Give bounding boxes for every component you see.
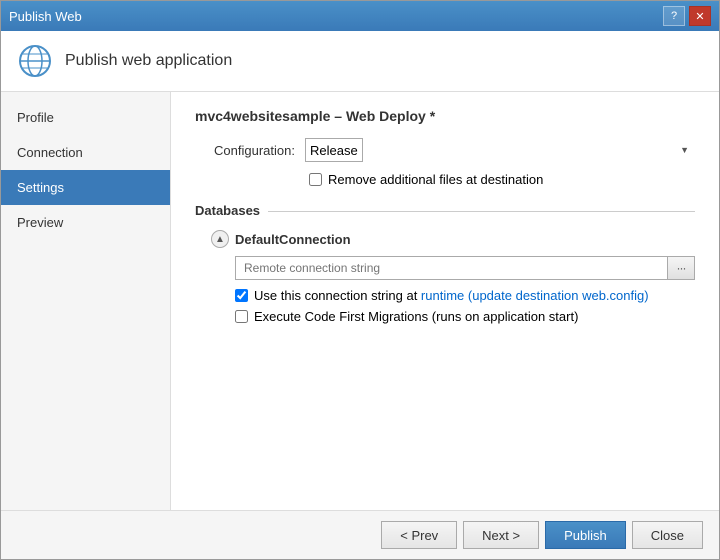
title-bar: Publish Web ? ✕	[1, 1, 719, 31]
remove-files-checkbox[interactable]	[309, 173, 322, 186]
help-button[interactable]: ?	[663, 6, 685, 26]
globe-icon	[17, 43, 53, 79]
next-button[interactable]: Next >	[463, 521, 539, 549]
dialog-header: Publish web application	[1, 31, 719, 92]
header-title: Publish web application	[65, 52, 232, 70]
close-button[interactable]: Close	[632, 521, 703, 549]
sidebar-item-profile[interactable]: Profile	[1, 100, 170, 135]
db-connection-name: DefaultConnection	[235, 232, 351, 247]
dialog-footer: < Prev Next > Publish Close	[1, 510, 719, 559]
divider-line	[268, 211, 695, 212]
configuration-row: Configuration: Release	[195, 138, 695, 162]
remove-files-row: Remove additional files at destination	[309, 172, 695, 187]
publish-button[interactable]: Publish	[545, 521, 626, 549]
main-content: mvc4websitesample – Web Deploy * Configu…	[171, 92, 719, 510]
connection-string-input[interactable]	[235, 256, 667, 280]
execute-migrations-row: Execute Code First Migrations (runs on a…	[235, 309, 695, 324]
sidebar-item-preview[interactable]: Preview	[1, 205, 170, 240]
sidebar: Profile Connection Settings Preview	[1, 92, 171, 510]
section-title: mvc4websitesample – Web Deploy *	[195, 108, 695, 124]
close-title-button[interactable]: ✕	[689, 6, 711, 26]
browse-icon: ···	[677, 261, 686, 275]
use-connection-string-label: Use this connection string at runtime (u…	[254, 288, 649, 303]
dialog-body: Profile Connection Settings Preview mvc4…	[1, 92, 719, 510]
connection-browse-button[interactable]: ···	[667, 256, 695, 280]
sidebar-item-connection[interactable]: Connection	[1, 135, 170, 170]
databases-label: Databases	[195, 203, 260, 218]
remove-files-label: Remove additional files at destination	[328, 172, 543, 187]
execute-migrations-label: Execute Code First Migrations (runs on a…	[254, 309, 578, 324]
use-connection-string-checkbox[interactable]	[235, 289, 248, 302]
runtime-link[interactable]: runtime (update destination web.config)	[421, 288, 649, 303]
execute-migrations-checkbox[interactable]	[235, 310, 248, 323]
db-connection-header: ▲ DefaultConnection	[211, 230, 695, 248]
sidebar-item-settings[interactable]: Settings	[1, 170, 170, 205]
configuration-select[interactable]: Release	[305, 138, 363, 162]
use-connection-string-row: Use this connection string at runtime (u…	[235, 288, 695, 303]
title-bar-text: Publish Web	[9, 9, 82, 24]
connection-string-row: ···	[235, 256, 695, 280]
prev-button[interactable]: < Prev	[381, 521, 457, 549]
configuration-label: Configuration:	[195, 143, 295, 158]
title-bar-controls: ? ✕	[663, 6, 711, 26]
databases-divider: Databases	[195, 203, 695, 218]
publish-web-dialog: Publish Web ? ✕ Publish web application …	[0, 0, 720, 560]
collapse-button[interactable]: ▲	[211, 230, 229, 248]
db-section: ▲ DefaultConnection ··· Use this connect…	[211, 230, 695, 324]
configuration-select-wrapper: Release	[305, 138, 695, 162]
